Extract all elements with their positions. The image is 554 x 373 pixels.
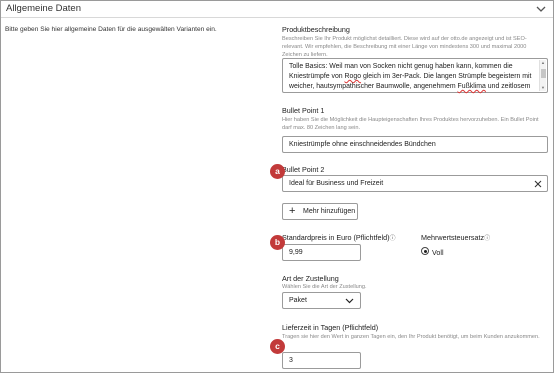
- marker-a: a: [270, 164, 285, 179]
- bullet-point-2-input[interactable]: Ideal für Business und Freizeit: [282, 175, 548, 192]
- delivery-type-label: Art der Zustellung: [282, 274, 339, 283]
- bullet-point-1-input[interactable]: Kniestrümpfe ohne einschneidendes Bündch…: [282, 136, 548, 153]
- scroll-up-icon[interactable]: ▲: [541, 61, 545, 65]
- price-input[interactable]: 9,99: [282, 244, 361, 261]
- product-description-text: Tolle Basics: Weil man von Socken nicht …: [289, 63, 532, 90]
- chevron-down-icon[interactable]: [535, 3, 547, 15]
- vat-label: Mehrwertsteuersatzⓘ: [421, 233, 491, 242]
- vat-option-label: Voll: [432, 248, 444, 257]
- delivery-time-help: Tragen sie hier den Wert in ganzen Tagen…: [282, 334, 540, 340]
- spellcheck-word: Fußklima: [457, 83, 486, 90]
- add-more-button[interactable]: + Mehr hinzufügen: [282, 203, 358, 220]
- delivery-type-select[interactable]: Paket: [282, 292, 361, 309]
- bullet-point-1-help: Hier haben Sie die Möglichkeit die Haupt…: [282, 117, 539, 131]
- info-icon: ⓘ: [389, 236, 396, 242]
- delivery-time-label: Lieferzeit in Tagen (Pflichtfeld): [282, 323, 379, 332]
- product-description-textarea[interactable]: Tolle Basics: Weil man von Socken nicht …: [282, 58, 548, 93]
- spellcheck-word: Rogo: [344, 73, 362, 80]
- textarea-scrollbar[interactable]: ▲ ▼: [539, 60, 546, 91]
- chevron-down-icon: [345, 298, 354, 304]
- price-label: Standardpreis in Euro (Pflichtfeld)ⓘ: [282, 233, 396, 242]
- bullet-point-1-label: Bullet Point 1: [282, 106, 325, 115]
- add-more-label: Mehr hinzufügen: [303, 208, 356, 215]
- marker-c: c: [270, 339, 285, 354]
- delivery-type-value: Paket: [289, 297, 307, 304]
- section-intro: Bitte geben Sie hier allgemeine Daten fü…: [5, 26, 217, 33]
- delivery-time-input[interactable]: 3: [282, 352, 361, 369]
- scroll-down-icon[interactable]: ▼: [541, 86, 545, 90]
- close-icon[interactable]: [533, 179, 543, 189]
- bullet-point-1-value: Kniestrümpfe ohne einschneidendes Bündch…: [289, 141, 436, 148]
- plus-icon: +: [289, 205, 296, 217]
- product-description-label: Produktbeschreibung: [282, 25, 350, 34]
- bullet-point-2-value: Ideal für Business und Freizeit: [289, 180, 384, 187]
- marker-b: b: [270, 235, 285, 250]
- delivery-time-value: 3: [289, 357, 293, 364]
- vat-radio-voll[interactable]: [421, 247, 429, 255]
- delivery-type-help: Wählen Sie die Art der Zustellung.: [282, 284, 367, 290]
- section-title: Allgemeine Daten: [6, 3, 81, 14]
- scrollbar-thumb[interactable]: [541, 69, 546, 78]
- price-value: 9,99: [289, 249, 303, 256]
- section-header[interactable]: Allgemeine Daten: [1, 1, 553, 18]
- bullet-point-2-label: Bullet Point 2: [282, 165, 325, 174]
- product-description-help: Beschreiben Sie Ihr Produkt möglichst de…: [282, 36, 527, 58]
- info-icon: ⓘ: [484, 236, 491, 242]
